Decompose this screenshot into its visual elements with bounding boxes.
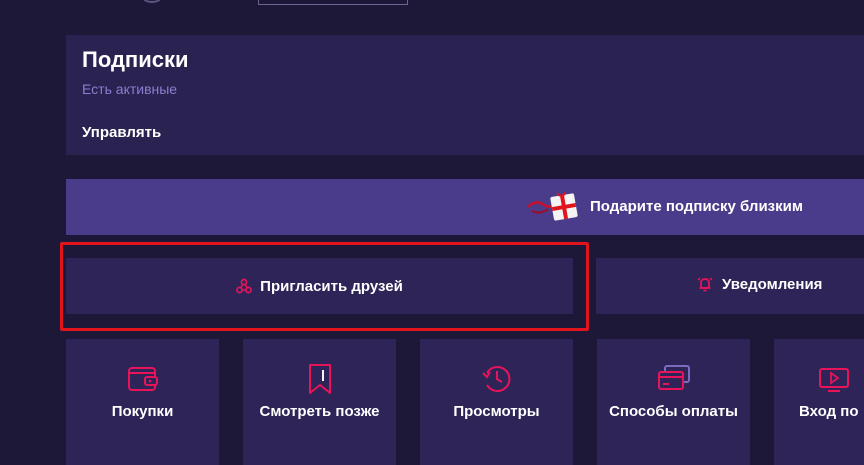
tile-purchases[interactable]: Покупки xyxy=(66,339,219,465)
card-icon xyxy=(656,361,692,397)
notifications-label: Уведомления xyxy=(722,275,823,293)
subscriptions-title: Подписки xyxy=(82,47,189,72)
tile-purchases-label: Покупки xyxy=(111,403,174,420)
manage-subscriptions-link[interactable]: Управлять xyxy=(82,124,161,141)
bookmark-icon xyxy=(302,361,338,397)
tile-tv-login-label: Вход по xyxy=(799,403,859,420)
gift-banner-label: Подарите подписку близким xyxy=(590,198,803,215)
tile-watch-later-label: Смотреть позже xyxy=(259,403,380,420)
tile-tv-login[interactable]: Вход по xyxy=(774,339,864,465)
tile-payment-methods[interactable]: Способы оплаты xyxy=(597,339,750,465)
history-icon xyxy=(479,361,515,397)
gift-subscription-banner[interactable]: Подарите подписку близким xyxy=(66,179,864,235)
bell-icon xyxy=(696,275,714,293)
tile-history-label: Просмотры xyxy=(453,403,540,420)
wallet-icon xyxy=(125,361,161,397)
tile-payment-methods-label: Способы оплаты xyxy=(609,403,738,420)
topbar-icon-fragment xyxy=(143,0,161,3)
tv-icon xyxy=(816,361,852,397)
share-icon xyxy=(236,278,253,294)
notifications-button[interactable]: Уведомления xyxy=(596,258,864,314)
topbar-input-fragment[interactable] xyxy=(258,0,408,5)
subscriptions-status: Есть активные xyxy=(82,81,178,97)
invite-friends-button[interactable]: Пригласить друзей xyxy=(66,258,573,314)
subscriptions-card: Подписки Есть активные Управлять xyxy=(66,35,864,155)
invite-friends-label: Пригласить друзей xyxy=(260,277,403,295)
tile-history[interactable]: Просмотры xyxy=(420,339,573,465)
gift-icon xyxy=(526,190,584,228)
tile-watch-later[interactable]: Смотреть позже xyxy=(243,339,396,465)
